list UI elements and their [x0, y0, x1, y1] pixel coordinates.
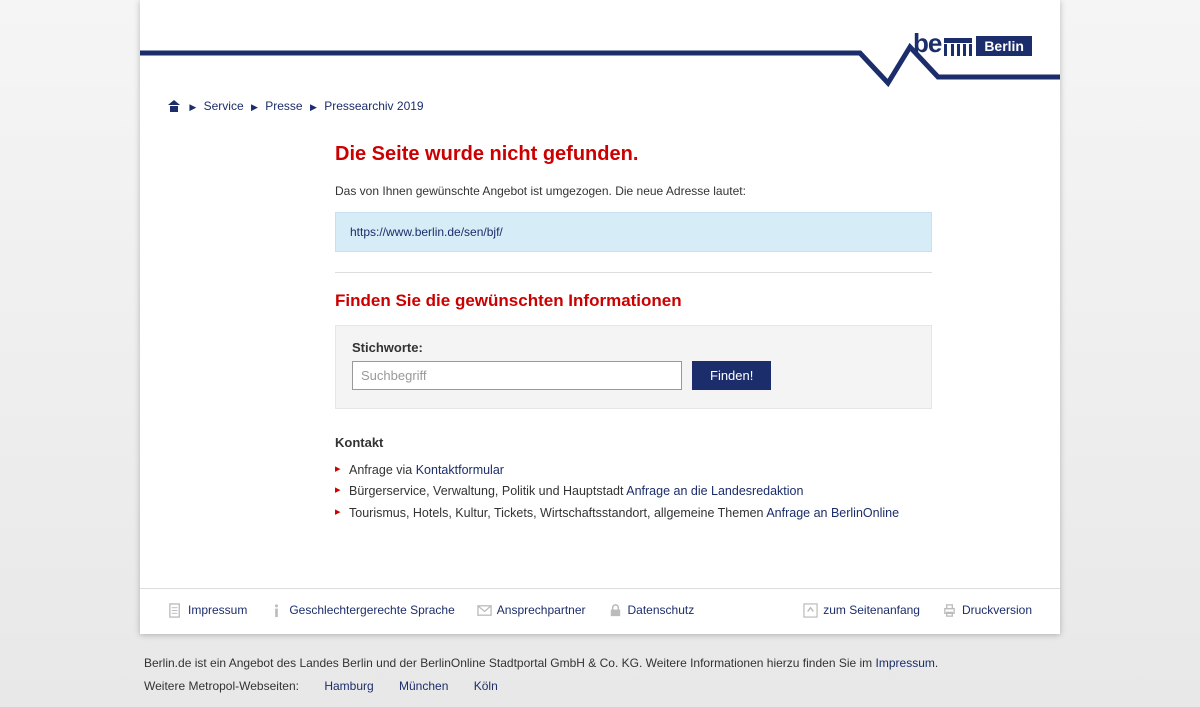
new-url-link[interactable]: https://www.berlin.de/sen/bjf/ — [350, 225, 503, 239]
contact-prefix: Anfrage via — [349, 463, 416, 477]
list-item: Tourismus, Hotels, Kultur, Tickets, Wirt… — [335, 503, 932, 524]
metro-link-koeln[interactable]: Köln — [474, 679, 498, 693]
breadcrumb-item-service[interactable]: Service — [204, 99, 244, 113]
info-icon — [269, 603, 284, 618]
search-label: Stichworte: — [352, 340, 915, 355]
chevron-right-icon: ▶ — [310, 102, 317, 112]
footer-impressum[interactable]: Impressum — [168, 603, 247, 618]
header-divider-icon — [140, 45, 1060, 85]
contact-link-landesredaktion[interactable]: Anfrage an die Landesredaktion — [626, 484, 803, 498]
new-url-box: https://www.berlin.de/sen/bjf/ — [335, 212, 932, 252]
sub-footer: Berlin.de ist ein Angebot des Landes Ber… — [140, 634, 1060, 707]
page-container: be Berlin ▶ Service ▶ Presse ▶ Pressearc… — [140, 0, 1060, 634]
divider — [335, 272, 932, 273]
metro-link-muenchen[interactable]: München — [399, 679, 448, 693]
breadcrumb-item-presse[interactable]: Presse — [265, 99, 302, 113]
contact-list: Anfrage via Kontaktformular Bürgerservic… — [335, 460, 932, 524]
contact-heading: Kontakt — [335, 435, 932, 450]
sub-footer-impressum-link[interactable]: Impressum — [876, 656, 935, 670]
footer-geschlechtergerechte-sprache[interactable]: Geschlechtergerechte Sprache — [269, 603, 454, 618]
page-title: Die Seite wurde nicht gefunden. — [335, 143, 932, 166]
document-icon — [168, 603, 183, 618]
metros-label: Weitere Metropol-Webseiten: — [144, 679, 299, 693]
sub-footer-line1: Berlin.de ist ein Angebot des Landes Ber… — [144, 652, 1056, 675]
contact-link-kontaktformular[interactable]: Kontaktformular — [416, 463, 504, 477]
arrow-up-icon — [803, 603, 818, 618]
footer-ansprechpartner[interactable]: Ansprechpartner — [477, 603, 586, 618]
lock-icon — [608, 603, 623, 618]
footer-right: zum Seitenanfang Druckversion — [803, 603, 1032, 618]
chevron-right-icon: ▶ — [189, 102, 196, 112]
list-item: Anfrage via Kontaktformular — [335, 460, 932, 481]
print-icon — [942, 603, 957, 618]
main-content: Die Seite wurde nicht gefunden. Das von … — [140, 123, 960, 554]
header: be Berlin — [140, 0, 1060, 95]
footer-print[interactable]: Druckversion — [942, 603, 1032, 618]
list-item: Bürgerservice, Verwaltung, Politik und H… — [335, 481, 932, 502]
footer-left: Impressum Geschlechtergerechte Sprache A… — [168, 603, 694, 618]
intro-text: Das von Ihnen gewünschte Angebot ist umg… — [335, 184, 932, 198]
search-box: Stichworte: Finden! — [335, 325, 932, 409]
chevron-right-icon: ▶ — [251, 102, 258, 112]
home-icon — [168, 101, 180, 112]
mail-icon — [477, 603, 492, 618]
footer-datenschutz[interactable]: Datenschutz — [608, 603, 695, 618]
find-button[interactable]: Finden! — [692, 361, 771, 390]
contact-prefix: Tourismus, Hotels, Kultur, Tickets, Wirt… — [349, 506, 766, 520]
footer-to-top[interactable]: zum Seitenanfang — [803, 603, 920, 618]
search-input[interactable] — [352, 361, 682, 390]
contact-prefix: Bürgerservice, Verwaltung, Politik und H… — [349, 484, 626, 498]
breadcrumb-item-pressearchiv[interactable]: Pressearchiv 2019 — [324, 99, 423, 113]
breadcrumb: ▶ Service ▶ Presse ▶ Pressearchiv 2019 — [140, 95, 1060, 123]
footer-bar: Impressum Geschlechtergerechte Sprache A… — [140, 588, 1060, 634]
breadcrumb-home[interactable] — [168, 99, 182, 113]
find-heading: Finden Sie die gewünschten Informationen — [335, 291, 932, 311]
metro-link-hamburg[interactable]: Hamburg — [324, 679, 373, 693]
contact-link-berlinonline[interactable]: Anfrage an BerlinOnline — [766, 506, 899, 520]
